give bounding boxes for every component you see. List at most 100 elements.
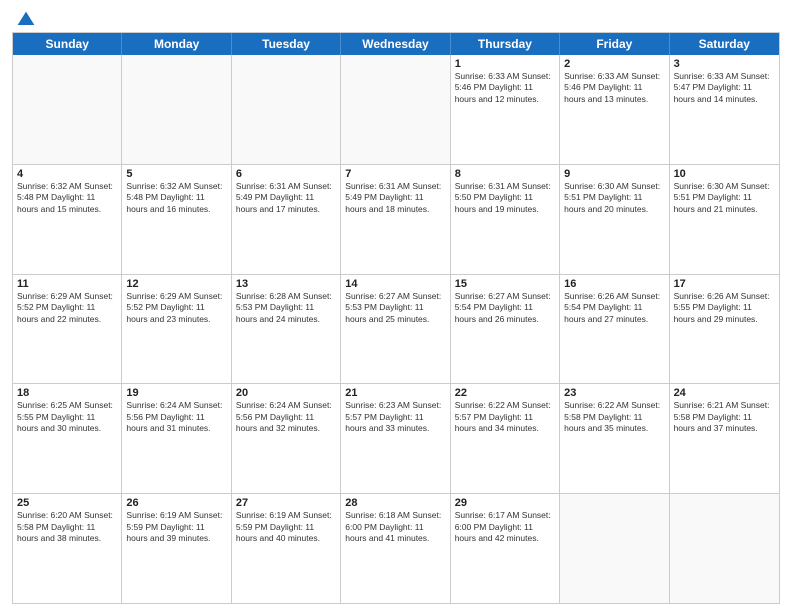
empty-cell bbox=[560, 494, 669, 603]
day-info: Sunrise: 6:23 AM Sunset: 5:57 PM Dayligh… bbox=[345, 400, 445, 434]
logo-icon bbox=[16, 10, 36, 30]
day-cell-16: 16Sunrise: 6:26 AM Sunset: 5:54 PM Dayli… bbox=[560, 275, 669, 384]
day-number: 6 bbox=[236, 168, 336, 180]
day-number: 16 bbox=[564, 278, 664, 290]
day-info: Sunrise: 6:20 AM Sunset: 5:58 PM Dayligh… bbox=[17, 510, 117, 544]
empty-cell bbox=[670, 494, 779, 603]
day-info: Sunrise: 6:32 AM Sunset: 5:48 PM Dayligh… bbox=[126, 181, 226, 215]
day-cell-15: 15Sunrise: 6:27 AM Sunset: 5:54 PM Dayli… bbox=[451, 275, 560, 384]
day-info: Sunrise: 6:33 AM Sunset: 5:46 PM Dayligh… bbox=[455, 71, 555, 105]
day-cell-20: 20Sunrise: 6:24 AM Sunset: 5:56 PM Dayli… bbox=[232, 384, 341, 493]
day-number: 8 bbox=[455, 168, 555, 180]
day-number: 21 bbox=[345, 387, 445, 399]
day-info: Sunrise: 6:30 AM Sunset: 5:51 PM Dayligh… bbox=[564, 181, 664, 215]
day-cell-10: 10Sunrise: 6:30 AM Sunset: 5:51 PM Dayli… bbox=[670, 165, 779, 274]
weekday-header-saturday: Saturday bbox=[670, 33, 779, 55]
day-number: 17 bbox=[674, 278, 775, 290]
day-cell-11: 11Sunrise: 6:29 AM Sunset: 5:52 PM Dayli… bbox=[13, 275, 122, 384]
day-number: 27 bbox=[236, 497, 336, 509]
weekday-header-wednesday: Wednesday bbox=[341, 33, 450, 55]
day-number: 14 bbox=[345, 278, 445, 290]
day-info: Sunrise: 6:24 AM Sunset: 5:56 PM Dayligh… bbox=[236, 400, 336, 434]
day-number: 10 bbox=[674, 168, 775, 180]
weekday-header-sunday: Sunday bbox=[13, 33, 122, 55]
logo bbox=[12, 10, 36, 26]
day-cell-17: 17Sunrise: 6:26 AM Sunset: 5:55 PM Dayli… bbox=[670, 275, 779, 384]
day-cell-21: 21Sunrise: 6:23 AM Sunset: 5:57 PM Dayli… bbox=[341, 384, 450, 493]
day-cell-29: 29Sunrise: 6:17 AM Sunset: 6:00 PM Dayli… bbox=[451, 494, 560, 603]
calendar-header: SundayMondayTuesdayWednesdayThursdayFrid… bbox=[13, 33, 779, 55]
calendar-row-4: 25Sunrise: 6:20 AM Sunset: 5:58 PM Dayli… bbox=[13, 493, 779, 603]
day-info: Sunrise: 6:21 AM Sunset: 5:58 PM Dayligh… bbox=[674, 400, 775, 434]
calendar-row-1: 4Sunrise: 6:32 AM Sunset: 5:48 PM Daylig… bbox=[13, 164, 779, 274]
day-info: Sunrise: 6:27 AM Sunset: 5:53 PM Dayligh… bbox=[345, 291, 445, 325]
day-number: 7 bbox=[345, 168, 445, 180]
day-number: 29 bbox=[455, 497, 555, 509]
day-number: 2 bbox=[564, 58, 664, 70]
day-number: 20 bbox=[236, 387, 336, 399]
empty-cell bbox=[341, 55, 450, 164]
day-cell-22: 22Sunrise: 6:22 AM Sunset: 5:57 PM Dayli… bbox=[451, 384, 560, 493]
weekday-header-friday: Friday bbox=[560, 33, 669, 55]
day-cell-26: 26Sunrise: 6:19 AM Sunset: 5:59 PM Dayli… bbox=[122, 494, 231, 603]
day-number: 19 bbox=[126, 387, 226, 399]
day-cell-25: 25Sunrise: 6:20 AM Sunset: 5:58 PM Dayli… bbox=[13, 494, 122, 603]
weekday-header-monday: Monday bbox=[122, 33, 231, 55]
empty-cell bbox=[122, 55, 231, 164]
day-info: Sunrise: 6:25 AM Sunset: 5:55 PM Dayligh… bbox=[17, 400, 117, 434]
day-info: Sunrise: 6:31 AM Sunset: 5:49 PM Dayligh… bbox=[345, 181, 445, 215]
day-cell-4: 4Sunrise: 6:32 AM Sunset: 5:48 PM Daylig… bbox=[13, 165, 122, 274]
day-info: Sunrise: 6:17 AM Sunset: 6:00 PM Dayligh… bbox=[455, 510, 555, 544]
weekday-header-thursday: Thursday bbox=[451, 33, 560, 55]
day-info: Sunrise: 6:26 AM Sunset: 5:55 PM Dayligh… bbox=[674, 291, 775, 325]
day-number: 11 bbox=[17, 278, 117, 290]
day-info: Sunrise: 6:33 AM Sunset: 5:47 PM Dayligh… bbox=[674, 71, 775, 105]
empty-cell bbox=[13, 55, 122, 164]
day-number: 26 bbox=[126, 497, 226, 509]
day-info: Sunrise: 6:32 AM Sunset: 5:48 PM Dayligh… bbox=[17, 181, 117, 215]
day-cell-2: 2Sunrise: 6:33 AM Sunset: 5:46 PM Daylig… bbox=[560, 55, 669, 164]
day-number: 1 bbox=[455, 58, 555, 70]
calendar-row-3: 18Sunrise: 6:25 AM Sunset: 5:55 PM Dayli… bbox=[13, 383, 779, 493]
day-number: 5 bbox=[126, 168, 226, 180]
day-cell-12: 12Sunrise: 6:29 AM Sunset: 5:52 PM Dayli… bbox=[122, 275, 231, 384]
day-number: 13 bbox=[236, 278, 336, 290]
day-info: Sunrise: 6:31 AM Sunset: 5:50 PM Dayligh… bbox=[455, 181, 555, 215]
day-cell-8: 8Sunrise: 6:31 AM Sunset: 5:50 PM Daylig… bbox=[451, 165, 560, 274]
weekday-header-tuesday: Tuesday bbox=[232, 33, 341, 55]
day-cell-27: 27Sunrise: 6:19 AM Sunset: 5:59 PM Dayli… bbox=[232, 494, 341, 603]
day-info: Sunrise: 6:26 AM Sunset: 5:54 PM Dayligh… bbox=[564, 291, 664, 325]
day-cell-19: 19Sunrise: 6:24 AM Sunset: 5:56 PM Dayli… bbox=[122, 384, 231, 493]
day-info: Sunrise: 6:31 AM Sunset: 5:49 PM Dayligh… bbox=[236, 181, 336, 215]
day-number: 23 bbox=[564, 387, 664, 399]
header bbox=[12, 10, 780, 26]
day-cell-24: 24Sunrise: 6:21 AM Sunset: 5:58 PM Dayli… bbox=[670, 384, 779, 493]
day-cell-14: 14Sunrise: 6:27 AM Sunset: 5:53 PM Dayli… bbox=[341, 275, 450, 384]
day-info: Sunrise: 6:28 AM Sunset: 5:53 PM Dayligh… bbox=[236, 291, 336, 325]
day-info: Sunrise: 6:22 AM Sunset: 5:58 PM Dayligh… bbox=[564, 400, 664, 434]
day-info: Sunrise: 6:33 AM Sunset: 5:46 PM Dayligh… bbox=[564, 71, 664, 105]
day-number: 24 bbox=[674, 387, 775, 399]
day-info: Sunrise: 6:24 AM Sunset: 5:56 PM Dayligh… bbox=[126, 400, 226, 434]
calendar-row-2: 11Sunrise: 6:29 AM Sunset: 5:52 PM Dayli… bbox=[13, 274, 779, 384]
day-info: Sunrise: 6:29 AM Sunset: 5:52 PM Dayligh… bbox=[17, 291, 117, 325]
day-info: Sunrise: 6:19 AM Sunset: 5:59 PM Dayligh… bbox=[126, 510, 226, 544]
day-info: Sunrise: 6:18 AM Sunset: 6:00 PM Dayligh… bbox=[345, 510, 445, 544]
day-number: 25 bbox=[17, 497, 117, 509]
day-info: Sunrise: 6:29 AM Sunset: 5:52 PM Dayligh… bbox=[126, 291, 226, 325]
empty-cell bbox=[232, 55, 341, 164]
calendar-body: 1Sunrise: 6:33 AM Sunset: 5:46 PM Daylig… bbox=[13, 55, 779, 603]
calendar: SundayMondayTuesdayWednesdayThursdayFrid… bbox=[12, 32, 780, 604]
day-cell-18: 18Sunrise: 6:25 AM Sunset: 5:55 PM Dayli… bbox=[13, 384, 122, 493]
day-cell-1: 1Sunrise: 6:33 AM Sunset: 5:46 PM Daylig… bbox=[451, 55, 560, 164]
day-cell-6: 6Sunrise: 6:31 AM Sunset: 5:49 PM Daylig… bbox=[232, 165, 341, 274]
day-number: 3 bbox=[674, 58, 775, 70]
day-info: Sunrise: 6:27 AM Sunset: 5:54 PM Dayligh… bbox=[455, 291, 555, 325]
day-cell-9: 9Sunrise: 6:30 AM Sunset: 5:51 PM Daylig… bbox=[560, 165, 669, 274]
day-cell-28: 28Sunrise: 6:18 AM Sunset: 6:00 PM Dayli… bbox=[341, 494, 450, 603]
day-number: 22 bbox=[455, 387, 555, 399]
day-number: 4 bbox=[17, 168, 117, 180]
day-cell-3: 3Sunrise: 6:33 AM Sunset: 5:47 PM Daylig… bbox=[670, 55, 779, 164]
day-number: 18 bbox=[17, 387, 117, 399]
day-number: 28 bbox=[345, 497, 445, 509]
